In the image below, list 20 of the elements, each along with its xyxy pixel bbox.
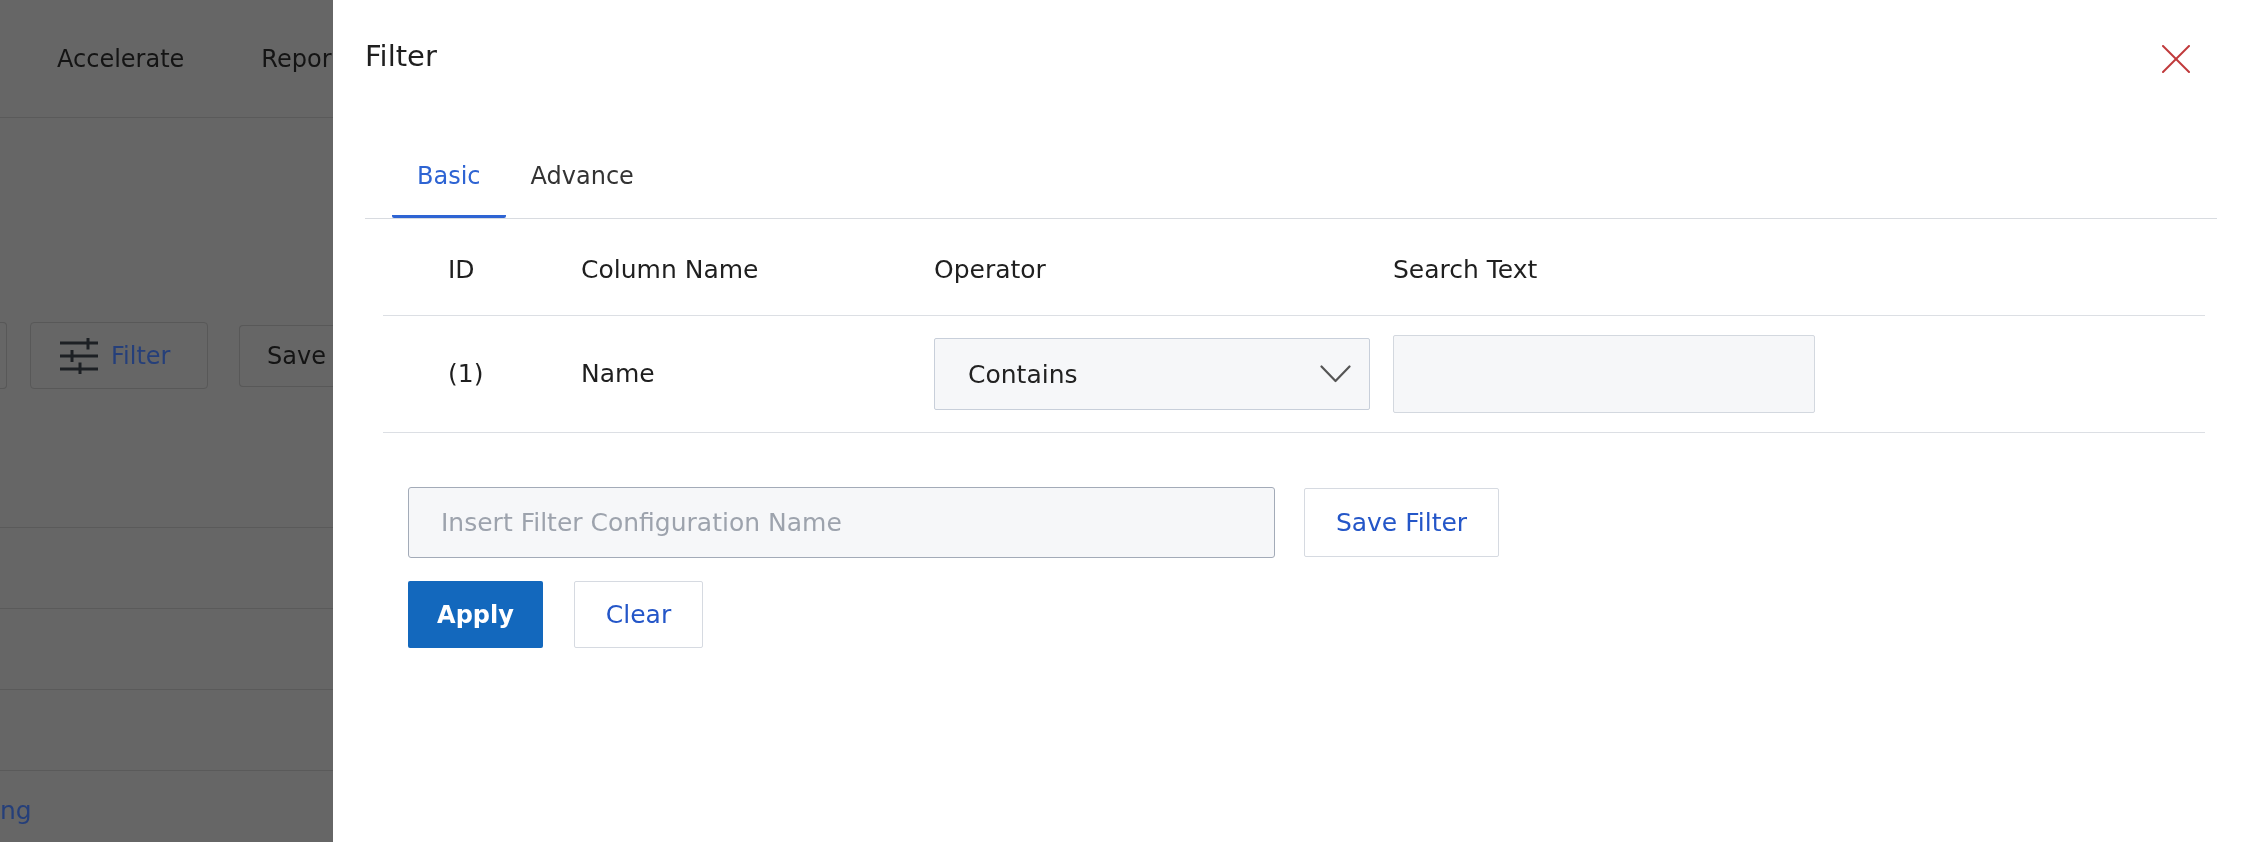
column-header: ID: [448, 255, 476, 285]
column-header: Column Name: [581, 255, 760, 285]
close-icon[interactable]: [2162, 45, 2190, 73]
nav-item[interactable]: Repor: [261, 43, 332, 74]
tab[interactable]: Advance: [505, 139, 659, 218]
apply-button[interactable]: Apply: [408, 581, 543, 648]
panel-title: Filter: [365, 38, 437, 75]
search-text-field[interactable]: [1393, 335, 1815, 413]
filter-name-field[interactable]: Insert Filter Configuration Name: [408, 487, 1275, 558]
operator-dropdown[interactable]: Contains: [934, 338, 1370, 410]
sliders-icon: [60, 337, 98, 374]
tab[interactable]: Basic: [392, 139, 506, 218]
column-header: Search Text: [1393, 255, 1539, 285]
table-cell-text: (1): [448, 359, 485, 389]
column-header: Operator: [934, 255, 1047, 285]
nav-item[interactable]: Accelerate: [57, 43, 185, 74]
table-cell-text: Name: [581, 359, 656, 389]
clear-button[interactable]: Clear: [574, 581, 703, 648]
chevron-down-icon: [1320, 365, 1351, 383]
save-filter-button[interactable]: Save Filter: [1304, 488, 1499, 557]
